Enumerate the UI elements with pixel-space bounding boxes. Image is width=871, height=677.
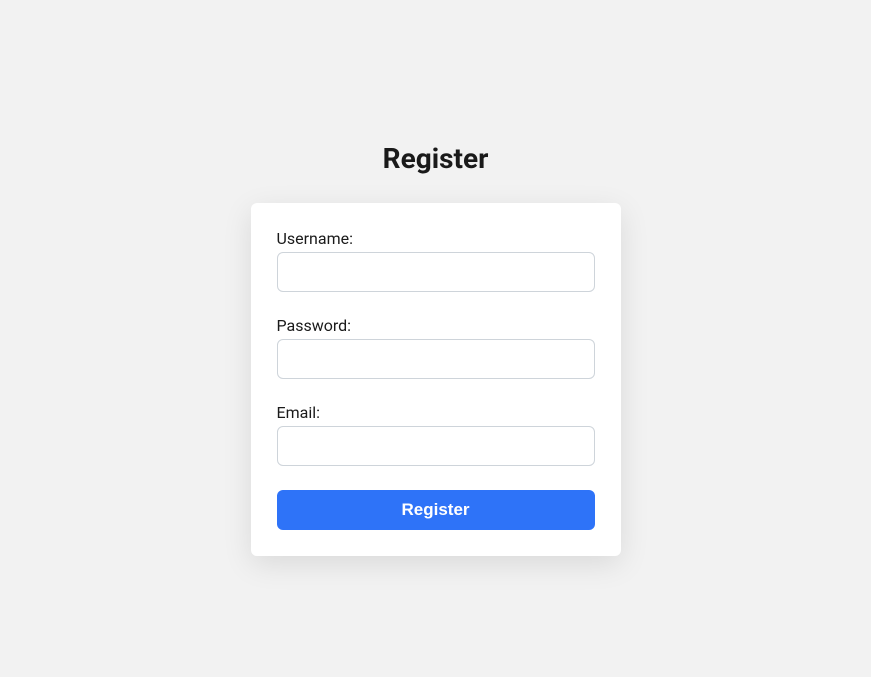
register-button[interactable]: Register — [277, 490, 595, 530]
password-group: Password: — [277, 316, 595, 379]
password-input[interactable] — [277, 339, 595, 379]
email-label: Email: — [277, 403, 595, 422]
register-card: Username: Password: Email: Register — [251, 203, 621, 556]
page-title: Register — [251, 142, 621, 175]
username-group: Username: — [277, 229, 595, 292]
username-input[interactable] — [277, 252, 595, 292]
email-group: Email: — [277, 403, 595, 466]
email-input[interactable] — [277, 426, 595, 466]
username-label: Username: — [277, 229, 595, 248]
register-form: Username: Password: Email: Register — [277, 229, 595, 530]
password-label: Password: — [277, 316, 595, 335]
